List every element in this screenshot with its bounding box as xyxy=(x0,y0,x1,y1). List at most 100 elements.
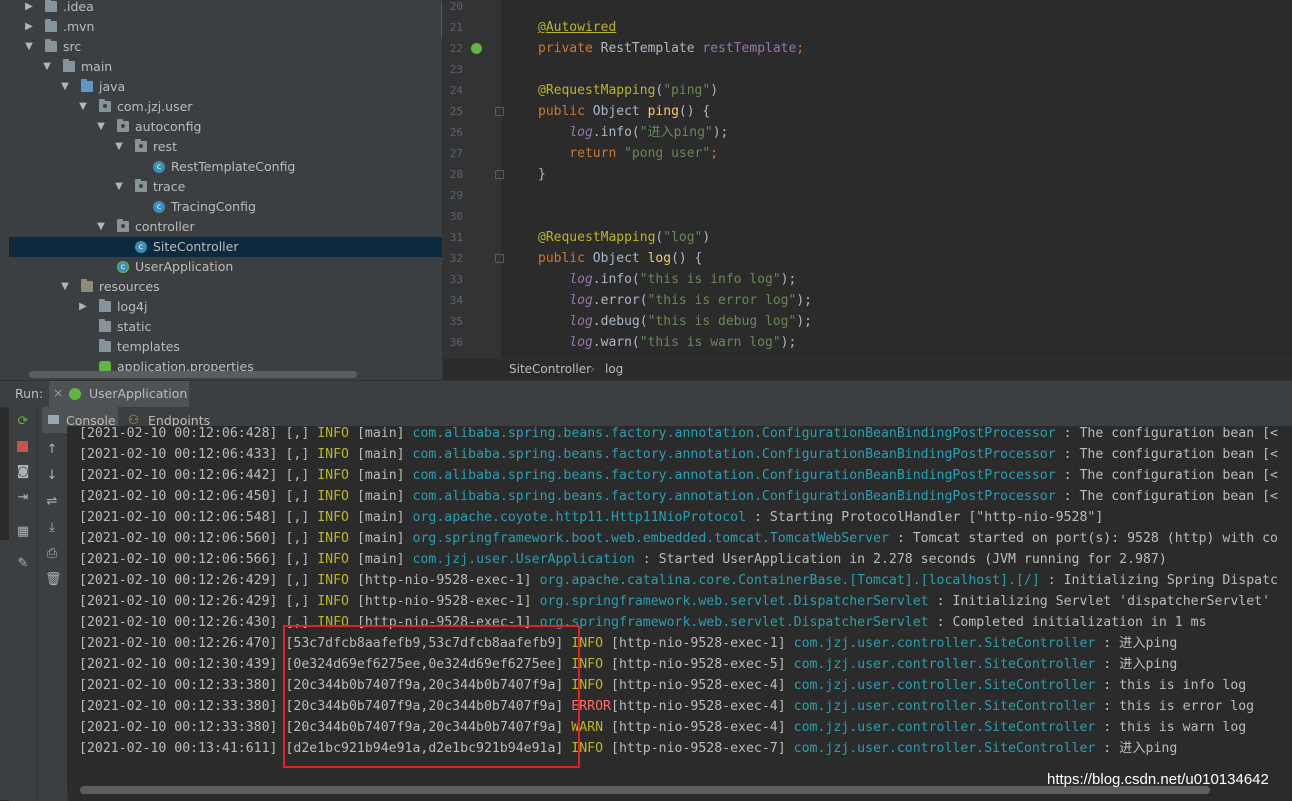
breadcrumb-file[interactable]: SiteController xyxy=(509,362,591,376)
log-timestamp: [2021-02-10 00:12:33:380] xyxy=(79,720,278,735)
chevron-down-icon[interactable]: ▼ xyxy=(77,97,89,117)
soft-wrap-icon[interactable]: ⇌ xyxy=(45,495,59,509)
log-logger[interactable]: org.apache.coyote.http11.Http11NioProtoc… xyxy=(413,510,746,525)
chevron-down-icon[interactable]: ▼ xyxy=(41,57,53,77)
print-icon[interactable]: ⎙ xyxy=(45,547,59,561)
line-number: 21 xyxy=(449,21,463,34)
code-line[interactable]: } xyxy=(538,164,546,185)
log-logger[interactable]: com.alibaba.spring.beans.factory.annotat… xyxy=(413,468,1056,483)
log-logger[interactable]: com.jzj.user.controller.SiteController xyxy=(794,636,1096,651)
tree-item[interactable]: c SiteController xyxy=(9,237,442,257)
code-line[interactable]: log.debug("this is debug log"); xyxy=(538,311,812,332)
code-line[interactable]: @RequestMapping("log") xyxy=(538,227,710,248)
tree-item[interactable]: c TracingConfig xyxy=(9,197,442,217)
log-message: : 进入ping xyxy=(1095,636,1178,651)
code-line[interactable]: return "pong user"; xyxy=(538,143,718,164)
project-horizontal-scrollbar[interactable] xyxy=(29,371,357,378)
tree-item[interactable]: ▼ resources xyxy=(9,277,442,297)
tree-item[interactable]: ▶ .idea xyxy=(9,0,442,17)
arrow-up-icon[interactable]: ↑ xyxy=(45,443,59,457)
tree-item[interactable]: templates xyxy=(9,337,442,357)
tab-user-application[interactable]: × UserApplication xyxy=(49,381,189,409)
code-line[interactable]: @RequestMapping("ping") xyxy=(538,80,718,101)
log-logger[interactable]: org.springframework.boot.web.embedded.to… xyxy=(413,531,889,546)
tree-item[interactable]: ▶ .mvn xyxy=(9,17,442,37)
camera-icon[interactable]: ◙ xyxy=(16,465,30,479)
code-token: ping xyxy=(647,104,679,119)
breadcrumb-method[interactable]: log xyxy=(605,362,623,376)
log-thread: [main] xyxy=(356,552,405,567)
code-line[interactable]: @Autowired xyxy=(538,17,616,38)
tree-item[interactable]: ▼ rest xyxy=(9,137,442,157)
log-logger[interactable]: com.jzj.user.controller.SiteController xyxy=(794,720,1096,735)
layout-icon[interactable]: ▦ xyxy=(16,525,30,539)
log-thread: [main] xyxy=(356,426,405,441)
tree-item-label: trace xyxy=(153,179,186,194)
tree-item[interactable]: ▼ main xyxy=(9,57,442,77)
log-logger[interactable]: org.apache.catalina.core.ContainerBase.[… xyxy=(540,573,1040,588)
code-line[interactable]: log.error("this is error log"); xyxy=(538,290,812,311)
arrow-down-icon[interactable]: ↓ xyxy=(45,469,59,483)
trash-icon[interactable]: 🗑 xyxy=(45,573,62,587)
chevron-right-icon[interactable]: ▶ xyxy=(23,17,35,37)
line-number: 27 xyxy=(449,147,463,160)
log-timestamp: [2021-02-10 00:12:26:430] xyxy=(79,615,278,630)
scroll-to-end-icon[interactable]: ⤓ xyxy=(45,521,59,535)
tree-item[interactable]: ▼ trace xyxy=(9,177,442,197)
log-logger[interactable]: com.alibaba.spring.beans.factory.annotat… xyxy=(413,489,1056,504)
code-line[interactable]: log.info("this is info log"); xyxy=(538,269,796,290)
console-horizontal-scrollbar[interactable] xyxy=(80,786,1210,794)
log-thread: [http-nio-9528-exec-4] xyxy=(611,720,786,735)
tree-item[interactable]: ▼ src xyxy=(9,37,442,57)
code-line[interactable]: log.info("进入ping"); xyxy=(538,122,728,143)
rerun-icon[interactable]: ⟳ xyxy=(16,415,30,429)
code-editor[interactable]: 20 21 22 23 24 25 26 27 28 29 30 31 32 33 34 35 36 @Auto… xyxy=(442,0,1292,380)
tree-item[interactable]: c UserApplication xyxy=(9,257,442,277)
tree-item[interactable]: ▼ controller xyxy=(9,217,442,237)
fold-marker-icon[interactable] xyxy=(495,170,504,179)
chevron-down-icon[interactable]: ▼ xyxy=(113,177,125,197)
log-logger[interactable]: com.jzj.user.controller.SiteController xyxy=(794,678,1096,693)
log-timestamp: [2021-02-10 00:12:06:433] xyxy=(79,447,278,462)
tree-item[interactable]: c RestTemplateConfig xyxy=(9,157,442,177)
package-icon xyxy=(135,179,147,192)
bean-gutter-icon[interactable] xyxy=(471,43,482,54)
chevron-down-icon[interactable]: ▼ xyxy=(59,77,71,97)
log-logger[interactable]: org.springframework.web.servlet.Dispatch… xyxy=(540,615,929,630)
log-logger[interactable]: org.springframework.web.servlet.Dispatch… xyxy=(540,594,929,609)
tree-item[interactable]: ▶ log4j xyxy=(9,297,442,317)
code-line[interactable]: log.warn("this is warn log"); xyxy=(538,332,796,353)
log-level: INFO xyxy=(317,531,349,546)
code-line[interactable]: public Object ping() { xyxy=(538,101,710,122)
fold-marker-icon[interactable] xyxy=(495,254,504,263)
tree-item[interactable]: ▼ com.jzj.user xyxy=(9,97,442,117)
chevron-down-icon[interactable]: ▼ xyxy=(23,37,35,57)
chevron-down-icon[interactable]: ▼ xyxy=(59,277,71,297)
log-logger[interactable]: com.alibaba.spring.beans.factory.annotat… xyxy=(413,447,1056,462)
code-line[interactable]: private RestTemplate restTemplate; xyxy=(538,38,804,59)
code-line[interactable]: public Object log() { xyxy=(538,248,702,269)
console-output[interactable]: [2021-02-10 00:12:06:428] [,] INFO [main… xyxy=(67,426,1292,788)
chevron-down-icon[interactable]: ▼ xyxy=(113,137,125,157)
chevron-right-icon[interactable]: ▶ xyxy=(23,0,35,17)
log-logger[interactable]: com.alibaba.spring.beans.factory.annotat… xyxy=(413,426,1056,441)
chevron-down-icon[interactable]: ▼ xyxy=(95,117,107,137)
log-logger[interactable]: com.jzj.user.controller.SiteController xyxy=(794,741,1096,756)
stop-icon[interactable] xyxy=(17,441,28,452)
tree-item[interactable]: static xyxy=(9,317,442,337)
log-timestamp: [2021-02-10 00:13:41:611] xyxy=(79,741,278,756)
close-icon[interactable]: × xyxy=(53,385,63,400)
run-label: Run: xyxy=(15,386,44,401)
log-logger[interactable]: com.jzj.user.UserApplication xyxy=(413,552,635,567)
pin-icon[interactable]: ✎ xyxy=(16,557,30,571)
log-logger[interactable]: com.jzj.user.controller.SiteController xyxy=(794,657,1096,672)
exit-icon[interactable]: ⇥ xyxy=(16,491,30,505)
tree-item[interactable]: ▼ autoconfig xyxy=(9,117,442,137)
chevron-down-icon[interactable]: ▼ xyxy=(95,217,107,237)
code-token: RestTemplate xyxy=(600,41,703,56)
chevron-right-icon[interactable]: ▶ xyxy=(77,297,89,317)
tree-item-label: .mvn xyxy=(63,19,95,34)
fold-marker-icon[interactable] xyxy=(495,107,504,116)
tree-item[interactable]: ▼ java xyxy=(9,77,442,97)
log-logger[interactable]: com.jzj.user.controller.SiteController xyxy=(794,699,1096,714)
